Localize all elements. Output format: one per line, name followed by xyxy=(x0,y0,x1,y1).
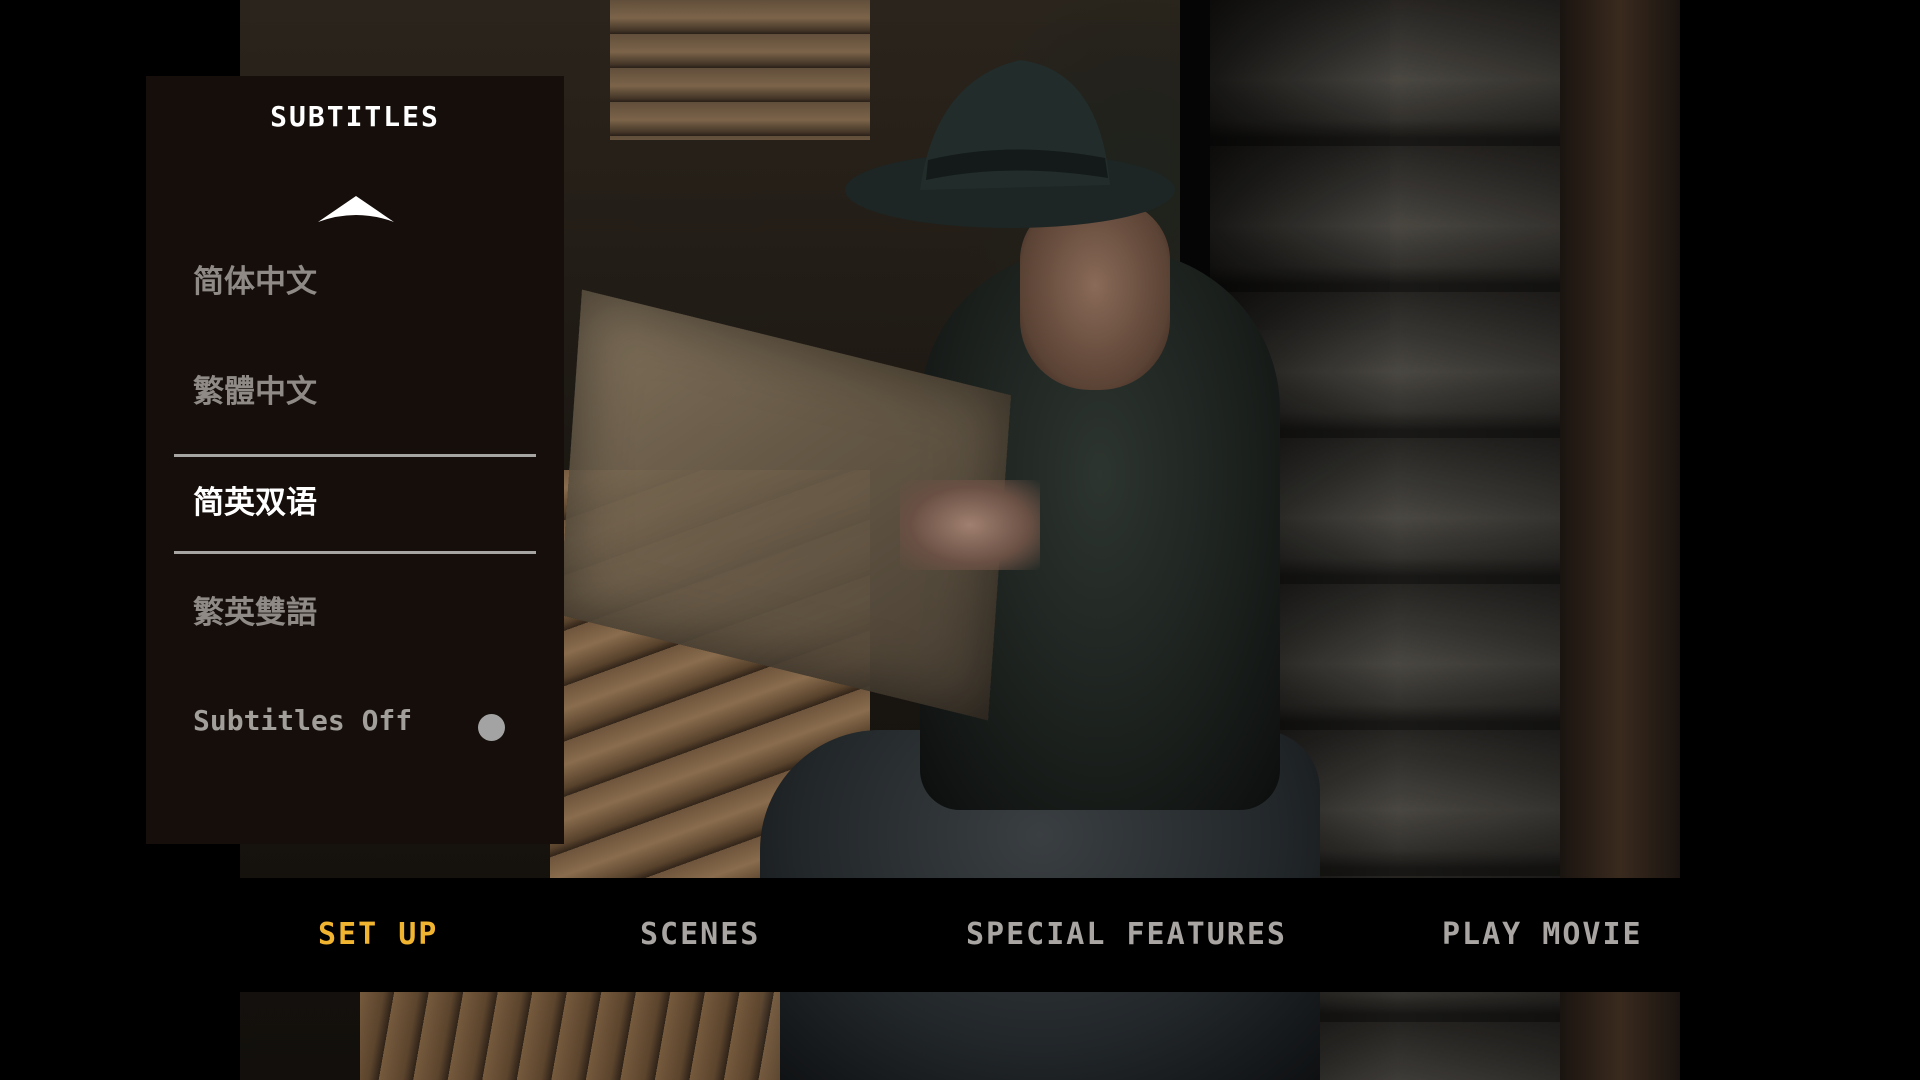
wood-planks xyxy=(610,0,870,140)
chevron-up-icon[interactable] xyxy=(316,194,396,224)
radio-dot-icon[interactable] xyxy=(478,714,505,741)
nav-scenes[interactable]: SCENES xyxy=(640,878,760,992)
man-hands xyxy=(900,480,1040,570)
firewood-bottom xyxy=(360,990,780,1080)
selection-rule-top xyxy=(174,454,536,457)
selection-rule-bottom xyxy=(174,551,536,554)
subtitle-option-traditional-chinese[interactable]: 繁體中文 xyxy=(193,362,317,422)
subtitle-option-traditional-english[interactable]: 繁英雙語 xyxy=(193,583,317,643)
main-nav-bar: SET UP SCENES SPECIAL FEATURES PLAY MOVI… xyxy=(240,878,1680,992)
nav-special-features[interactable]: SPECIAL FEATURES xyxy=(966,878,1287,992)
panel-title: SUBTITLES xyxy=(270,100,440,133)
hat-icon xyxy=(845,60,1175,228)
subtitles-panel: SUBTITLES 简体中文 繁體中文 简英双语 繁英雙語 Subtitles … xyxy=(146,76,564,844)
nav-play-movie[interactable]: PLAY MOVIE xyxy=(1442,878,1643,992)
subtitle-option-simplified-english[interactable]: 简英双语 xyxy=(193,473,317,533)
dvd-menu-screen: SUBTITLES 简体中文 繁體中文 简英双语 繁英雙語 Subtitles … xyxy=(0,0,1920,1080)
subtitles-off-option[interactable]: Subtitles Off xyxy=(193,696,412,746)
subtitle-option-simplified-chinese[interactable]: 简体中文 xyxy=(193,252,317,312)
nav-set-up[interactable]: SET UP xyxy=(318,878,438,992)
